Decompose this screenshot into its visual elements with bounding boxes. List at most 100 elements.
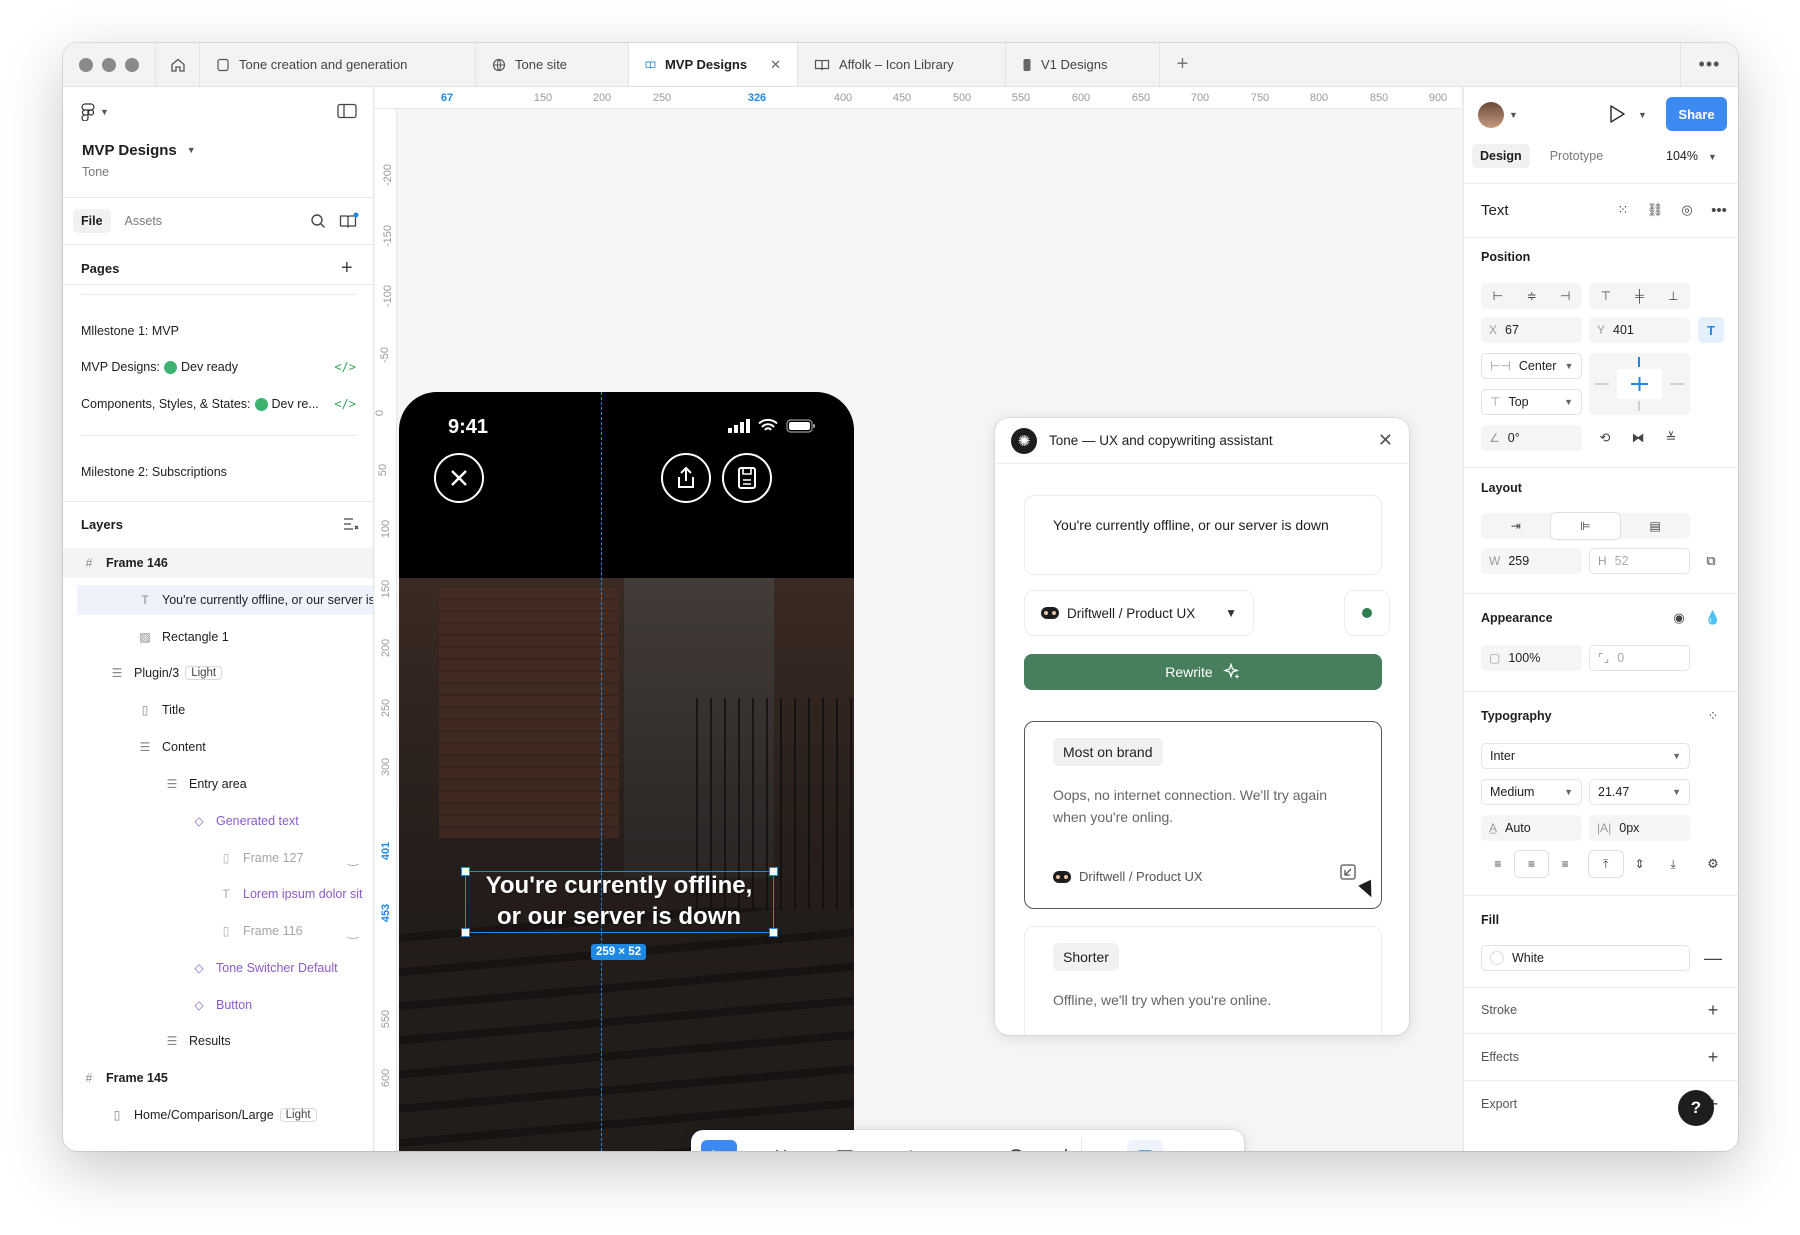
resize-handle[interactable] (461, 928, 470, 937)
layer-results[interactable]: ☰ Results (63, 1026, 373, 1056)
home-button[interactable] (155, 43, 199, 86)
library-button[interactable] (339, 212, 359, 233)
text-align-middle-icon[interactable]: ⇕ (1623, 851, 1657, 877)
result-card[interactable]: Shorter Offline, we'll try when you're o… (1024, 926, 1382, 1035)
layer-home-comparison[interactable]: ▯ Home/Comparison/Large Light (63, 1100, 373, 1130)
auto-height-icon[interactable]: ⊫ (1550, 513, 1621, 539)
layer-button[interactable]: ◇ Button (63, 990, 373, 1020)
type-settings-button[interactable]: ⚙ (1700, 851, 1726, 877)
close-plugin-button[interactable]: ✕ (1378, 430, 1393, 451)
layer-frame-146[interactable]: # Frame 146 (63, 548, 373, 578)
page-item-components[interactable]: Components, Styles, & States: Dev re... … (81, 397, 356, 411)
opacity-input[interactable]: ▢ 100% (1481, 645, 1582, 671)
height-input[interactable]: H 52 (1589, 548, 1690, 574)
tab-file[interactable]: File (73, 209, 111, 233)
x-position-input[interactable]: X 67 (1481, 317, 1582, 343)
draw-mode-button[interactable] (1093, 1140, 1129, 1151)
text-align-left-icon[interactable]: ≡ (1481, 851, 1515, 877)
tab-affolk-icon-library[interactable]: Affolk – Icon Library (797, 43, 1005, 86)
shape-tool-button[interactable] (827, 1140, 863, 1151)
layer-generated-text[interactable]: ◇ Generated text (63, 806, 373, 836)
flip-vertical-button[interactable]: ≚ (1658, 425, 1684, 451)
comment-tool-button[interactable] (998, 1140, 1034, 1151)
rotation-input[interactable]: ∠ 0° (1481, 425, 1582, 451)
selection-box[interactable] (461, 867, 778, 937)
new-tab-button[interactable]: + (1159, 43, 1205, 86)
text-align-right-icon[interactable]: ≡ (1548, 851, 1582, 877)
visibility-button[interactable]: ◉ (1666, 605, 1692, 631)
close-tab-icon[interactable]: ✕ (770, 57, 781, 73)
fill-color-input[interactable]: White (1481, 945, 1690, 971)
constraint-widget[interactable] (1589, 353, 1690, 415)
add-effect-button[interactable]: + (1700, 1044, 1726, 1070)
rotate-button[interactable]: ⟲ (1592, 425, 1618, 451)
resize-handle[interactable] (769, 867, 778, 876)
rewrite-button[interactable]: Rewrite (1024, 654, 1382, 690)
ai-tool-button[interactable] (1049, 1140, 1085, 1151)
more-text-options-button[interactable]: ••• (1706, 197, 1732, 223)
tone-select[interactable]: Driftwell / Product UX ▼ (1024, 590, 1254, 636)
source-text-input[interactable]: You're currently offline, or our server … (1024, 495, 1382, 575)
layer-entry-area[interactable]: ☰ Entry area (63, 769, 373, 799)
add-page-button[interactable]: + (341, 257, 353, 280)
layers-options-button[interactable] (343, 517, 359, 534)
main-menu-button[interactable]: ▼ (63, 101, 373, 123)
chevron-down-icon[interactable]: ▼ (1638, 110, 1647, 120)
vertical-constraint-select[interactable]: ⊤ Top ▼ (1481, 389, 1582, 415)
layer-frame-145[interactable]: # Frame 145 (63, 1063, 373, 1093)
layer-tone-switcher[interactable]: ◇ Tone Switcher Default (63, 953, 373, 983)
hidden-eye-icon[interactable]: ‿ (348, 851, 358, 866)
align-middle-icon[interactable]: ╪ (1623, 283, 1657, 309)
link-button[interactable]: ⛓ (1642, 197, 1668, 223)
page-item-milestone-2[interactable]: Milestone 2: Subscriptions (81, 465, 227, 479)
y-position-input[interactable]: Y 401 (1589, 317, 1690, 343)
resize-to-fit-button[interactable]: ⧉ (1698, 548, 1724, 574)
page-item-mvp-designs[interactable]: MVP Designs: Dev ready </> (81, 360, 356, 374)
text-baseline-button[interactable]: T (1698, 317, 1724, 343)
text-align-top-icon[interactable]: ⤒ (1589, 851, 1623, 877)
present-button[interactable] (1608, 104, 1626, 127)
file-name-button[interactable]: MVP Designs ▼ (63, 139, 373, 161)
design-mode-button[interactable] (1127, 1140, 1163, 1151)
auto-width-icon[interactable]: ⇥ (1481, 513, 1551, 539)
align-right-icon[interactable]: ⊣ (1548, 283, 1582, 309)
blend-mode-button[interactable]: 💧 (1700, 605, 1726, 631)
layer-content[interactable]: ☰ Content (63, 732, 373, 762)
align-left-icon[interactable]: ⊢ (1481, 283, 1515, 309)
component-button[interactable]: ⁙ (1610, 197, 1636, 223)
resize-handle[interactable] (769, 928, 778, 937)
result-card[interactable]: Most on brand Oops, no internet connecti… (1024, 721, 1382, 909)
remove-fill-button[interactable]: — (1700, 945, 1726, 971)
layer-title[interactable]: ▯ Title (63, 695, 373, 725)
align-top-icon[interactable]: ⊤ (1589, 283, 1623, 309)
line-height-input[interactable]: A̲ Auto (1481, 815, 1582, 841)
layer-frame-116[interactable]: ▯ Frame 116 ‿ (63, 916, 373, 946)
tab-tone-creation[interactable]: Tone creation and generation (199, 43, 475, 86)
layer-rectangle-1[interactable]: ▨ Rectangle 1 (63, 622, 373, 652)
tab-v1-designs[interactable]: V1 Designs (1005, 43, 1159, 86)
close-window-button[interactable] (79, 57, 93, 72)
chevron-down-icon[interactable]: ▼ (1509, 110, 1518, 120)
hidden-eye-icon[interactable]: ‿ (348, 924, 358, 939)
text-styles-button[interactable]: ⁘ (1700, 703, 1726, 729)
move-tool-button[interactable] (701, 1140, 737, 1151)
apply-result-button[interactable] (1339, 863, 1357, 884)
align-center-h-icon[interactable]: ≑ (1515, 283, 1549, 309)
align-bottom-icon[interactable]: ⊥ (1656, 283, 1690, 309)
tab-assets[interactable]: Assets (117, 209, 171, 233)
page-item-milestone-1[interactable]: Mllestone 1: MVP (81, 324, 179, 338)
font-weight-select[interactable]: Medium ▼ (1481, 779, 1582, 805)
share-circle-button[interactable] (661, 453, 711, 503)
dev-mode-button[interactable] (1161, 1140, 1197, 1151)
text-align-center-icon[interactable]: ≡ (1514, 851, 1549, 877)
frame-tool-button[interactable] (763, 1140, 799, 1151)
layer-text-offline[interactable]: T You're currently offline, or our serve… (77, 585, 373, 615)
pen-tool-button[interactable] (889, 1140, 925, 1151)
layer-plugin-3[interactable]: ☰ Plugin/3 Light (63, 658, 373, 688)
connection-status-button[interactable] (1344, 590, 1390, 636)
toggle-sidebar-button[interactable] (337, 103, 357, 122)
resize-handle[interactable] (461, 867, 470, 876)
help-button[interactable]: ? (1678, 1090, 1714, 1126)
minimize-window-button[interactable] (102, 57, 116, 72)
close-circle-button[interactable] (434, 453, 484, 503)
